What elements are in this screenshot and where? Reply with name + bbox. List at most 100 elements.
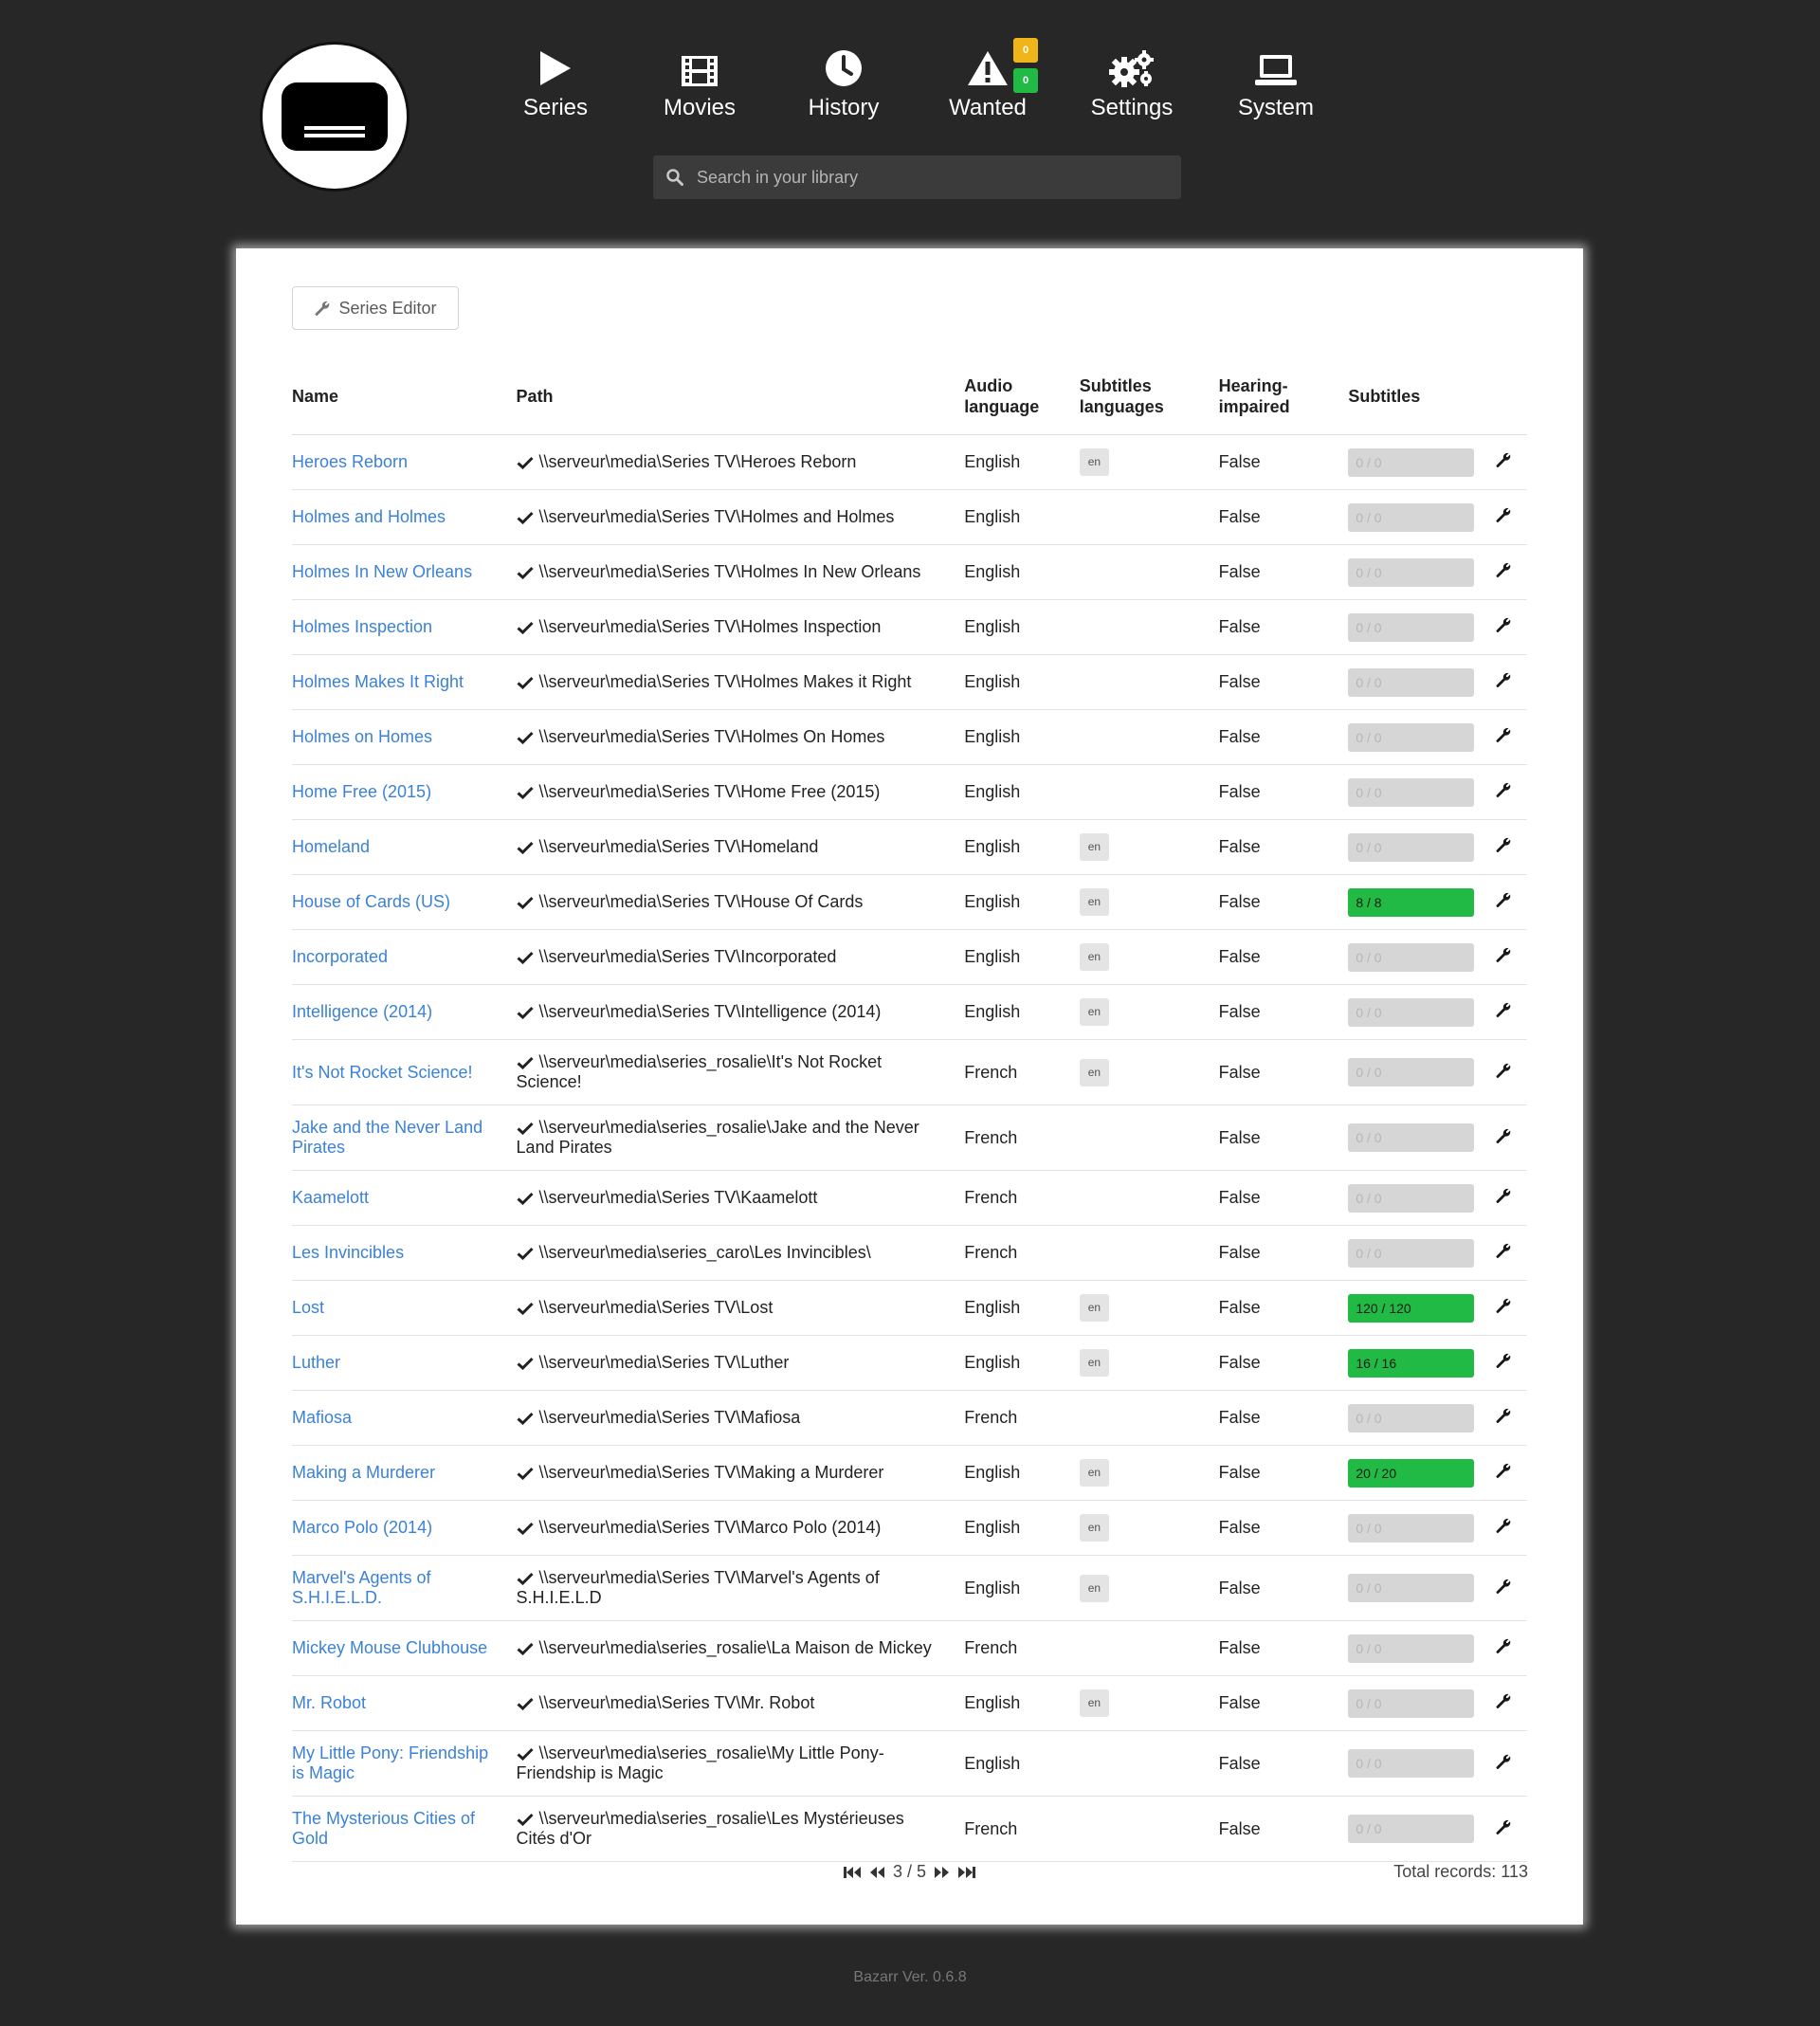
subtitles-progress-cell: 0 / 0 — [1348, 1104, 1495, 1171]
edit-series-wrench-icon[interactable] — [1495, 1062, 1512, 1079]
series-name-link[interactable]: Intelligence (2014) — [292, 1002, 517, 1022]
header-subtitles-languages[interactable]: Subtitles languages — [1079, 358, 1219, 435]
table-header-row: Name Path Audio language Subtitles languag… — [292, 358, 1527, 435]
subtitle-language-tag: en — [1079, 1349, 1110, 1377]
edit-series-wrench-icon[interactable] — [1495, 451, 1512, 468]
series-name-link[interactable]: Making a Murderer — [292, 1463, 517, 1483]
nav-series[interactable]: Series — [483, 46, 628, 121]
subtitles-progress-bar: 0 / 0 — [1348, 1688, 1475, 1718]
check-icon — [517, 896, 534, 910]
warning-icon — [968, 51, 1008, 85]
edit-series-wrench-icon[interactable] — [1495, 946, 1512, 963]
series-name-link[interactable]: Mickey Mouse Clubhouse — [292, 1638, 517, 1658]
edit-series-wrench-icon[interactable] — [1495, 1637, 1512, 1654]
header-name[interactable]: Name — [292, 358, 517, 435]
edit-series-wrench-icon[interactable] — [1495, 506, 1512, 523]
series-name-link[interactable]: It's Not Rocket Science! — [292, 1063, 517, 1083]
series-name-link[interactable]: Kaamelott — [292, 1188, 517, 1208]
edit-series-wrench-icon[interactable] — [1495, 1352, 1512, 1369]
series-name-link[interactable]: Incorporated — [292, 947, 517, 967]
series-name-link[interactable]: Marco Polo (2014) — [292, 1518, 517, 1538]
series-name-link[interactable]: The Mysterious Cities of Gold — [292, 1809, 517, 1849]
table-row: Marvel's Agents of S.H.I.E.L.D. \\serveur… — [292, 1555, 1527, 1621]
laptop-icon — [1255, 55, 1297, 85]
header-subtitles[interactable]: Subtitles — [1348, 358, 1495, 435]
series-name-link[interactable]: Lost — [292, 1298, 517, 1318]
edit-series-wrench-icon[interactable] — [1495, 1242, 1512, 1259]
header-hearing-impaired[interactable]: Hearing-impaired — [1218, 358, 1349, 435]
edit-series-wrench-icon[interactable] — [1495, 561, 1512, 578]
series-name-link[interactable]: Holmes Inspection — [292, 617, 517, 637]
edit-series-wrench-icon[interactable] — [1495, 1692, 1512, 1709]
row-actions — [1494, 874, 1527, 930]
series-name-link[interactable]: Heroes Reborn — [292, 452, 517, 472]
series-path-text: \\serveur\media\Series TV\Holmes and Hol… — [538, 507, 895, 526]
subtitles-progress-bar: 0 / 0 — [1348, 1749, 1475, 1778]
edit-series-wrench-icon[interactable] — [1495, 1187, 1512, 1204]
series-name-link[interactable]: Holmes Makes It Right — [292, 672, 517, 692]
edit-series-wrench-icon[interactable] — [1495, 616, 1512, 633]
edit-series-wrench-icon[interactable] — [1495, 1407, 1512, 1424]
edit-series-wrench-icon[interactable] — [1495, 726, 1512, 743]
series-name-link[interactable]: Marvel's Agents of S.H.I.E.L.D. — [292, 1568, 517, 1608]
search-input[interactable] — [695, 166, 1154, 189]
series-name-link[interactable]: Luther — [292, 1353, 517, 1373]
subtitles-languages: en — [1079, 1675, 1219, 1731]
series-name-link[interactable]: House of Cards (US) — [292, 892, 517, 912]
nav-history[interactable]: History — [772, 46, 916, 121]
nav-settings[interactable]: Settings — [1060, 46, 1204, 121]
subtitles-count: 0 / 0 — [1356, 1821, 1382, 1836]
subtitle-language-tag: en — [1079, 1689, 1110, 1717]
series-name-link[interactable]: Mr. Robot — [292, 1693, 517, 1713]
header-path[interactable]: Path — [516, 358, 965, 435]
bazarr-logo[interactable] — [260, 42, 410, 192]
series-path-text: \\serveur\media\Series TV\House Of Cards — [538, 892, 864, 911]
hearing-impaired: False — [1218, 1675, 1349, 1731]
edit-series-wrench-icon[interactable] — [1495, 1462, 1512, 1479]
series-path: \\serveur\media\Series TV\Mafiosa — [516, 1390, 965, 1446]
edit-series-wrench-icon[interactable] — [1495, 781, 1512, 798]
previous-page-icon[interactable] — [867, 1865, 886, 1880]
series-name-link[interactable]: Jake and the Never Land Pirates — [292, 1118, 517, 1158]
series-name-link[interactable]: Holmes on Homes — [292, 727, 517, 747]
series-name-link[interactable]: Home Free (2015) — [292, 782, 517, 802]
edit-series-wrench-icon[interactable] — [1495, 891, 1512, 908]
table-row: Holmes In New Orleans \\serveur\media\Ser… — [292, 544, 1527, 600]
last-page-icon[interactable] — [957, 1865, 976, 1880]
edit-series-wrench-icon[interactable] — [1495, 1818, 1512, 1835]
series-path-text: \\serveur\media\Series TV\Lost — [538, 1298, 774, 1317]
series-name-link[interactable]: Mafiosa — [292, 1408, 517, 1428]
series-name-link[interactable]: Holmes In New Orleans — [292, 562, 517, 582]
header-audio-language[interactable]: Audio language — [964, 358, 1080, 435]
subtitles-progress-bar: 0 / 0 — [1348, 1058, 1475, 1086]
subtitle-language-tag: en — [1079, 1574, 1110, 1602]
edit-series-wrench-icon[interactable] — [1495, 1001, 1512, 1018]
series-name-link[interactable]: Les Invincibles — [292, 1243, 517, 1263]
nav-system[interactable]: System — [1204, 46, 1348, 121]
first-page-icon[interactable] — [843, 1865, 862, 1880]
edit-series-wrench-icon[interactable] — [1495, 836, 1512, 853]
series-name-link[interactable]: Holmes and Holmes — [292, 507, 517, 527]
subtitles-languages — [1079, 1104, 1219, 1171]
edit-series-wrench-icon[interactable] — [1495, 1517, 1512, 1534]
edit-series-wrench-icon[interactable] — [1495, 1578, 1512, 1595]
edit-series-wrench-icon[interactable] — [1495, 1753, 1512, 1770]
nav-movies[interactable]: Movies — [628, 46, 772, 121]
subtitles-progress-cell: 0 / 0 — [1348, 1796, 1495, 1862]
series-path-text: \\serveur\media\Series TV\Intelligence (… — [538, 1002, 882, 1021]
edit-series-wrench-icon[interactable] — [1495, 1127, 1512, 1144]
search-bar[interactable] — [653, 155, 1181, 199]
series-name-link[interactable]: My Little Pony: Friendship is Magic — [292, 1743, 517, 1783]
edit-series-wrench-icon[interactable] — [1495, 671, 1512, 688]
row-actions — [1494, 1225, 1527, 1281]
audio-language: English — [964, 489, 1080, 545]
nav-wanted[interactable]: Wanted 0 0 — [916, 38, 1060, 121]
audio-language: French — [964, 1104, 1080, 1171]
subtitles-progress-cell: 0 / 0 — [1348, 544, 1495, 600]
series-name-link[interactable]: Homeland — [292, 837, 517, 857]
series-editor-button[interactable]: Series Editor — [292, 286, 459, 330]
series-path-text: \\serveur\media\series_rosalie\Jake and … — [516, 1118, 919, 1157]
next-page-icon[interactable] — [933, 1865, 952, 1880]
table-row: House of Cards (US) \\serveur\media\Serie… — [292, 874, 1527, 930]
edit-series-wrench-icon[interactable] — [1495, 1297, 1512, 1314]
